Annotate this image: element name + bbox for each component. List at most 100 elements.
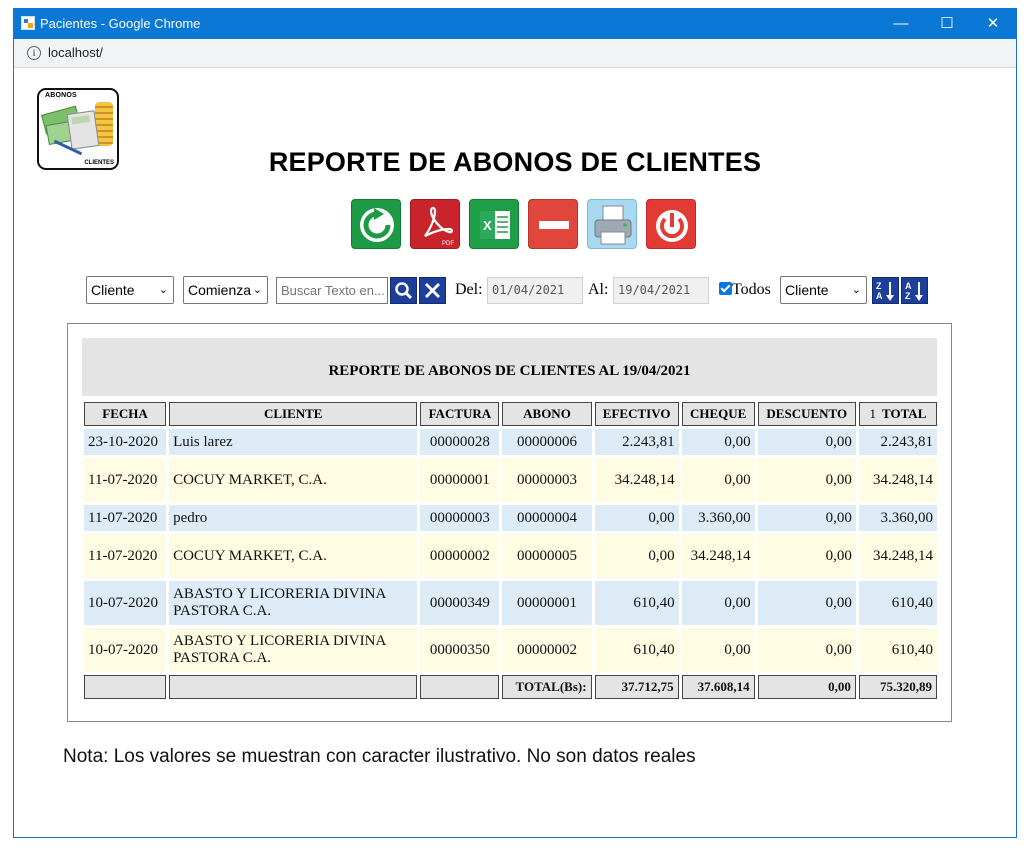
table-row[interactable]: 11-07-2020 COCUY MARKET, C.A. 00000002 0… bbox=[84, 534, 937, 578]
cell-factura: 00000349 bbox=[420, 581, 500, 625]
column-header-total-prefix: 1 bbox=[869, 406, 877, 421]
cell-fecha: 11-07-2020 bbox=[84, 534, 167, 578]
cell-cliente: ABASTO Y LICORERIA DIVINA PASTORA C.A. bbox=[169, 581, 418, 625]
table-row[interactable]: 11-07-2020 COCUY MARKET, C.A. 00000001 0… bbox=[84, 458, 937, 502]
sort-descending-button[interactable]: Z A bbox=[872, 277, 899, 304]
cell-efectivo: 0,00 bbox=[594, 534, 679, 578]
cell-total: 2.243,81 bbox=[858, 429, 937, 455]
cell-factura: 00000350 bbox=[420, 628, 500, 672]
cell-factura: 00000028 bbox=[420, 429, 500, 455]
excel-export-button[interactable]: X bbox=[469, 199, 519, 249]
from-date-input[interactable]: 01/04/2021 bbox=[487, 277, 583, 304]
sort-ascending-button[interactable]: A Z bbox=[901, 277, 928, 304]
from-date-label: Del: bbox=[455, 281, 483, 298]
url-text[interactable]: localhost/ bbox=[48, 45, 103, 60]
close-button[interactable]: ✕ bbox=[970, 9, 1016, 39]
report-title: REPORTE DE ABONOS DE CLIENTES AL 19/04/2… bbox=[328, 363, 691, 379]
remove-button[interactable] bbox=[528, 199, 578, 249]
cell-efectivo: 34.248,14 bbox=[594, 458, 679, 502]
report-table: FECHA CLIENTE FACTURA ABONO EFECTIVO CHE… bbox=[81, 399, 940, 702]
search-button[interactable] bbox=[390, 277, 417, 304]
chevron-down-icon: ⌄ bbox=[158, 284, 168, 296]
cell-cliente: pedro bbox=[169, 505, 418, 531]
cell-efectivo: 610,40 bbox=[594, 628, 679, 672]
total-descuento: 0,00 bbox=[757, 675, 856, 699]
cell-abono: 00000004 bbox=[502, 505, 592, 531]
table-row[interactable]: 23-10-2020 Luis larez 00000028 00000006 … bbox=[84, 429, 937, 455]
order-by-select[interactable]: Cliente ⌄ bbox=[780, 276, 867, 304]
address-bar[interactable]: i localhost/ bbox=[14, 39, 1016, 68]
column-header-cheque[interactable]: CHEQUE bbox=[681, 402, 755, 426]
cell-fecha: 23-10-2020 bbox=[84, 429, 167, 455]
refresh-button[interactable] bbox=[351, 199, 401, 249]
exit-button[interactable] bbox=[646, 199, 696, 249]
cell-factura: 00000002 bbox=[420, 534, 500, 578]
cell-descuento: 0,00 bbox=[757, 429, 856, 455]
maximize-button[interactable]: ☐ bbox=[924, 9, 970, 39]
title-bar: Pacientes - Google Chrome — ☐ ✕ bbox=[14, 9, 1016, 39]
cell-abono: 00000006 bbox=[502, 429, 592, 455]
total-cheque: 37.608,14 bbox=[681, 675, 755, 699]
report-header: REPORTE DE ABONOS DE CLIENTES AL 19/04/2… bbox=[82, 338, 937, 396]
totals-label: TOTAL(Bs): bbox=[502, 675, 592, 699]
search-input[interactable]: Buscar Texto en... bbox=[276, 277, 388, 304]
printer-icon bbox=[594, 205, 632, 245]
to-date-label: Al: bbox=[588, 281, 609, 298]
to-date-input[interactable]: 19/04/2021 bbox=[613, 277, 709, 304]
cell-cheque: 0,00 bbox=[681, 628, 755, 672]
cell-total: 610,40 bbox=[858, 628, 937, 672]
column-header-total-label: TOTAL bbox=[882, 406, 927, 421]
cell-descuento: 0,00 bbox=[757, 581, 856, 625]
table-row[interactable]: 10-07-2020 ABASTO Y LICORERIA DIVINA PAS… bbox=[84, 581, 937, 625]
cell-abono: 00000003 bbox=[502, 458, 592, 502]
cell-total: 34.248,14 bbox=[858, 534, 937, 578]
svg-text:A: A bbox=[905, 281, 912, 291]
page-content: ABONOS CLIENTES REPORTE DE ABONOS DE CLI… bbox=[14, 68, 1016, 837]
column-header-factura[interactable]: FACTURA bbox=[420, 402, 500, 426]
close-icon bbox=[425, 283, 440, 298]
cell-cliente: Luis larez bbox=[169, 429, 418, 455]
page-title: REPORTE DE ABONOS DE CLIENTES bbox=[268, 147, 762, 177]
column-header-cliente[interactable]: CLIENTE bbox=[169, 402, 418, 426]
order-by-value: Cliente bbox=[785, 282, 829, 298]
table-row[interactable]: 11-07-2020 pedro 00000003 00000004 0,00 … bbox=[84, 505, 937, 531]
cell-total: 610,40 bbox=[858, 581, 937, 625]
column-header-abono[interactable]: ABONO bbox=[502, 402, 592, 426]
cell-cheque: 0,00 bbox=[681, 458, 755, 502]
chevron-down-icon: ⌄ bbox=[252, 284, 262, 296]
sort-descending-icon: Z A bbox=[876, 281, 894, 301]
minimize-button[interactable]: — bbox=[878, 9, 924, 39]
total-efectivo: 37.712,75 bbox=[594, 675, 679, 699]
cell-descuento: 0,00 bbox=[757, 628, 856, 672]
todos-checkbox[interactable] bbox=[719, 282, 732, 295]
search-field-value: Cliente bbox=[91, 282, 135, 298]
column-header-descuento[interactable]: DESCUENTO bbox=[757, 402, 856, 426]
todos-label[interactable]: Todos bbox=[732, 281, 771, 299]
table-row[interactable]: 10-07-2020 ABASTO Y LICORERIA DIVINA PAS… bbox=[84, 628, 937, 672]
info-icon[interactable]: i bbox=[27, 46, 41, 60]
cell-cliente: COCUY MARKET, C.A. bbox=[169, 534, 418, 578]
disclaimer-note: Nota: Los valores se muestran con caract… bbox=[63, 746, 696, 767]
svg-text:A: A bbox=[876, 291, 883, 301]
column-header-efectivo[interactable]: EFECTIVO bbox=[594, 402, 679, 426]
cell-descuento: 0,00 bbox=[757, 505, 856, 531]
totals-empty-cell bbox=[169, 675, 418, 699]
cell-fecha: 10-07-2020 bbox=[84, 581, 167, 625]
pdf-icon: PDF bbox=[424, 206, 454, 247]
column-header-total[interactable]: 1 TOTAL bbox=[858, 402, 937, 426]
calculator-icon bbox=[66, 110, 100, 150]
cell-fecha: 11-07-2020 bbox=[84, 458, 167, 502]
refresh-icon bbox=[360, 208, 394, 242]
cell-cheque: 34.248,14 bbox=[681, 534, 755, 578]
search-field-select[interactable]: Cliente ⌄ bbox=[86, 276, 174, 304]
power-icon bbox=[656, 210, 688, 242]
totals-empty-cell bbox=[84, 675, 167, 699]
print-button[interactable] bbox=[587, 199, 637, 249]
window-title: Pacientes - Google Chrome bbox=[40, 16, 201, 31]
column-header-fecha[interactable]: FECHA bbox=[84, 402, 167, 426]
cell-efectivo: 0,00 bbox=[594, 505, 679, 531]
report-container: REPORTE DE ABONOS DE CLIENTES AL 19/04/2… bbox=[67, 323, 952, 722]
clear-search-button[interactable] bbox=[419, 277, 446, 304]
match-mode-select[interactable]: Comienza ⌄ bbox=[183, 276, 268, 304]
pdf-export-button[interactable]: PDF bbox=[410, 199, 460, 249]
